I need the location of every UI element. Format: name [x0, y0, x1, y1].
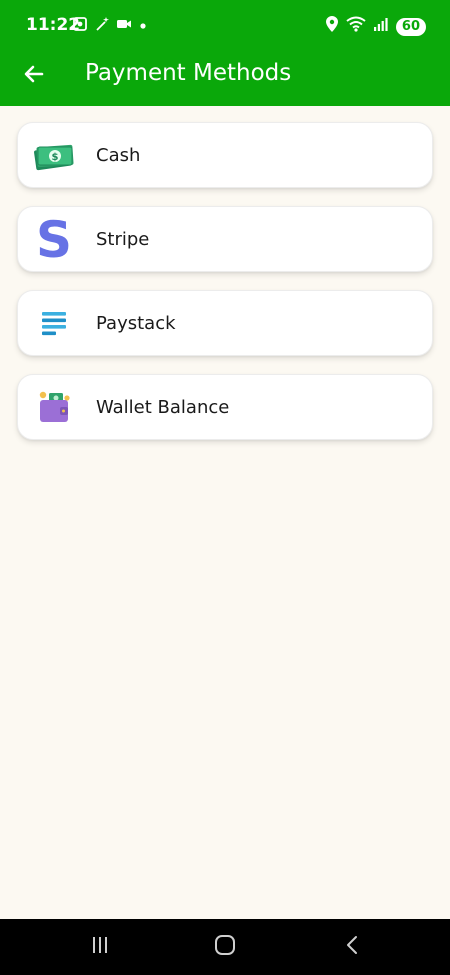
home-button[interactable]: [210, 933, 240, 961]
system-back-button[interactable]: [337, 933, 367, 961]
payment-method-wallet-balance[interactable]: Wallet Balance: [17, 374, 433, 440]
magic-wand-icon: [94, 16, 110, 37]
home-icon: [214, 934, 236, 961]
video-camera-icon: [116, 17, 132, 36]
svg-text:$: $: [52, 152, 59, 163]
system-nav-bar: [0, 919, 450, 975]
paystack-icon: [32, 301, 76, 345]
wallet-icon: [32, 385, 76, 429]
location-icon: [325, 16, 338, 37]
status-bar: 11:22 60: [0, 0, 450, 50]
status-left-icons: [72, 16, 148, 37]
signal-icon: [373, 17, 388, 36]
status-right-icons: 60: [325, 16, 426, 37]
wifi-icon: [346, 16, 366, 37]
payment-methods-screen: 11:22 60 Payment Methods $ Cash S Stripe…: [0, 0, 450, 975]
dot-icon: [138, 18, 148, 36]
back-button[interactable]: [20, 62, 48, 90]
payment-method-stripe[interactable]: S Stripe: [17, 206, 433, 272]
page-title: Payment Methods: [85, 60, 292, 86]
payment-method-paystack[interactable]: Paystack: [17, 290, 433, 356]
svg-text:S: S: [36, 215, 72, 263]
payment-method-cash[interactable]: $ Cash: [17, 122, 433, 188]
payment-method-label: Stripe: [96, 228, 150, 250]
app-bar: Payment Methods: [0, 50, 450, 106]
screenshot-icon: [72, 16, 88, 37]
payment-method-label: Cash: [96, 144, 141, 166]
recent-apps-icon: [90, 935, 110, 960]
battery-indicator: 60: [395, 17, 426, 36]
back-icon: [344, 935, 360, 960]
payment-method-list: $ Cash S Stripe Paystack Wallet Balance: [17, 122, 433, 458]
arrow-left-icon: [22, 62, 46, 91]
payment-method-label: Paystack: [96, 312, 176, 334]
cash-icon: $: [32, 133, 76, 177]
recent-apps-button[interactable]: [85, 933, 115, 961]
stripe-icon: S: [32, 215, 76, 263]
payment-method-label: Wallet Balance: [96, 396, 230, 418]
